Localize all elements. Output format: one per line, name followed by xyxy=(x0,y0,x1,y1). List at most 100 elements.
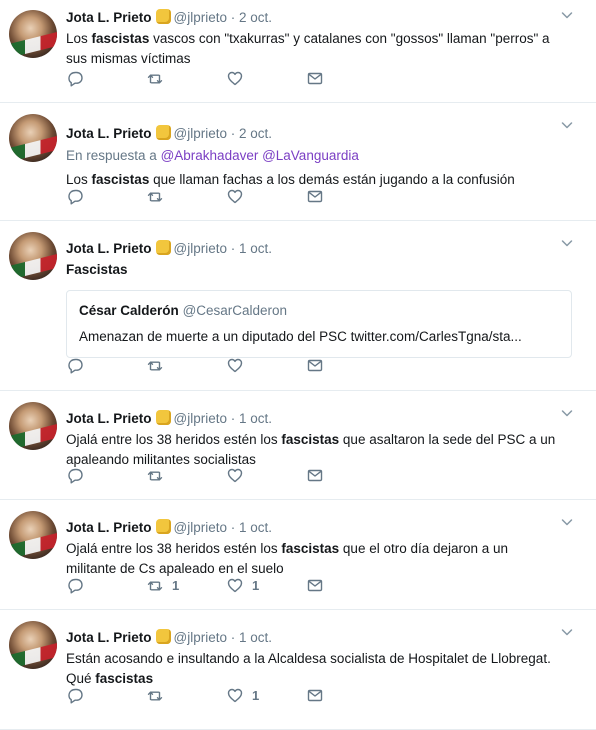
author-handle[interactable]: @jlprieto xyxy=(174,630,227,645)
quoted-tweet-text: Amenazan de muerte a un diputado del PSC… xyxy=(79,329,522,344)
chevron-down-icon xyxy=(561,410,573,417)
tweet-date[interactable]: 1 oct. xyxy=(239,520,272,535)
tweet-actions xyxy=(66,68,386,88)
tweet[interactable]: Jota L. Prieto @jlprieto · 1 oct. Ojalá en… xyxy=(0,391,596,500)
direct-message-button[interactable] xyxy=(306,69,386,87)
reply-button[interactable] xyxy=(66,466,146,484)
raised-fist-emoji-icon xyxy=(155,9,171,24)
avatar[interactable] xyxy=(9,402,57,450)
tweet-text: Ojalá entre los 38 heridos estén los fas… xyxy=(66,430,562,470)
reply-button[interactable] xyxy=(66,576,146,594)
reply-button[interactable] xyxy=(66,187,146,205)
tweet[interactable]: Jota L. Prieto @jlprieto · 1 oct. Fascista… xyxy=(0,221,596,391)
retweet-button[interactable] xyxy=(146,69,226,87)
reply-button[interactable] xyxy=(66,356,146,374)
tweet-date[interactable]: 1 oct. xyxy=(239,241,272,256)
author-name[interactable]: Jota L. Prieto xyxy=(66,520,152,535)
like-button[interactable] xyxy=(226,466,306,484)
direct-message-button[interactable] xyxy=(306,686,386,704)
author-handle[interactable]: @jlprieto xyxy=(174,126,227,141)
avatar[interactable] xyxy=(9,511,57,559)
avatar-flag xyxy=(9,31,57,58)
header-separator: · xyxy=(227,630,239,645)
reply-button[interactable] xyxy=(66,686,146,704)
avatar[interactable] xyxy=(9,114,57,162)
author-handle[interactable]: @jlprieto xyxy=(174,411,227,426)
retweet-button[interactable]: 1 xyxy=(146,576,226,594)
like-button[interactable]: 1 xyxy=(226,686,306,704)
highlighted-term: fascistas xyxy=(95,671,154,686)
like-icon xyxy=(227,468,243,483)
tweet[interactable]: Jota L. Prieto @jlprieto · 1 oct. Están ac… xyxy=(0,610,596,730)
avatar[interactable] xyxy=(9,621,57,669)
tweet-header: Jota L. Prieto @jlprieto · 1 oct. xyxy=(66,229,562,258)
avatar-flag xyxy=(9,253,57,280)
author-handle[interactable]: @jlprieto xyxy=(174,241,227,256)
more-options-button[interactable] xyxy=(560,515,574,529)
highlighted-term: fascistas xyxy=(281,541,340,556)
reply-icon xyxy=(68,688,83,704)
header-separator: · xyxy=(227,10,239,25)
retweet-button[interactable] xyxy=(146,356,226,374)
text-segment: Ojalá entre los 38 heridos estén los xyxy=(66,432,282,447)
like-icon xyxy=(227,358,243,373)
author-handle[interactable]: @jlprieto xyxy=(174,520,227,535)
retweet-button[interactable] xyxy=(146,187,226,205)
more-options-button[interactable] xyxy=(560,406,574,420)
tweet[interactable]: Jota L. Prieto @jlprieto · 2 oct. Los fasc… xyxy=(0,0,596,103)
like-button[interactable] xyxy=(226,69,306,87)
like-button[interactable] xyxy=(226,356,306,374)
more-options-button[interactable] xyxy=(560,118,574,132)
author-handle[interactable]: @jlprieto xyxy=(174,10,227,25)
reply-button[interactable] xyxy=(66,69,146,87)
tweet-text: Ojalá entre los 38 heridos estén los fas… xyxy=(66,539,562,579)
direct-message-button[interactable] xyxy=(306,466,386,484)
text-segment: Los xyxy=(66,172,92,187)
highlighted-term: fascistas xyxy=(91,31,150,46)
tweet-date[interactable]: 2 oct. xyxy=(239,126,272,141)
message-icon xyxy=(307,72,323,85)
like-icon xyxy=(227,71,243,86)
author-name[interactable]: Jota L. Prieto xyxy=(66,10,152,25)
retweet-button[interactable] xyxy=(146,466,226,484)
highlighted-term: fascistas xyxy=(91,172,150,187)
reply-icon xyxy=(68,468,83,484)
raised-fist-emoji-icon xyxy=(155,519,171,534)
author-name[interactable]: Jota L. Prieto xyxy=(66,126,152,141)
tweet-date[interactable]: 1 oct. xyxy=(239,630,272,645)
quoted-author-name: César Calderón xyxy=(79,303,179,318)
avatar[interactable] xyxy=(9,10,57,58)
highlighted-term: fascistas xyxy=(281,432,340,447)
text-segment: Ojalá entre los 38 heridos estén los xyxy=(66,541,282,556)
tweet-actions: 11 xyxy=(66,575,386,595)
more-options-button[interactable] xyxy=(560,236,574,250)
like-icon xyxy=(227,189,243,204)
timeline: Jota L. Prieto @jlprieto · 2 oct. Los fasc… xyxy=(0,0,596,730)
tweet[interactable]: Jota L. Prieto @jlprieto · 2 oct. En respu… xyxy=(0,103,596,221)
author-name[interactable]: Jota L. Prieto xyxy=(66,411,152,426)
retweet-button[interactable] xyxy=(146,686,226,704)
tweet[interactable]: Jota L. Prieto @jlprieto · 1 oct. Ojalá en… xyxy=(0,500,596,610)
raised-fist-emoji-icon xyxy=(155,240,171,255)
quoted-tweet[interactable]: César Calderón @CesarCalderon Amenazan de… xyxy=(66,290,572,358)
tweet-date[interactable]: 2 oct. xyxy=(239,10,272,25)
direct-message-button[interactable] xyxy=(306,356,386,374)
author-name[interactable]: Jota L. Prieto xyxy=(66,241,152,256)
avatar[interactable] xyxy=(9,232,57,280)
like-button[interactable]: 1 xyxy=(226,576,306,594)
tweet-text: Están acosando e insultando a la Alcalde… xyxy=(66,649,562,689)
raised-fist-emoji-icon xyxy=(155,410,171,425)
likes-count: 1 xyxy=(252,687,260,703)
tweet-header: Jota L. Prieto @jlprieto · 2 oct. xyxy=(66,114,562,143)
tweet-date[interactable]: 1 oct. xyxy=(239,411,272,426)
direct-message-button[interactable] xyxy=(306,576,386,594)
like-button[interactable] xyxy=(226,187,306,205)
more-options-button[interactable] xyxy=(560,8,574,22)
author-name[interactable]: Jota L. Prieto xyxy=(66,630,152,645)
reply-handles[interactable]: @Abrakhadaver @LaVanguardia xyxy=(161,148,359,163)
direct-message-button[interactable] xyxy=(306,187,386,205)
avatar-flag xyxy=(9,642,57,669)
more-options-button[interactable] xyxy=(560,625,574,639)
message-icon xyxy=(307,359,323,372)
tweet-actions xyxy=(66,186,386,206)
